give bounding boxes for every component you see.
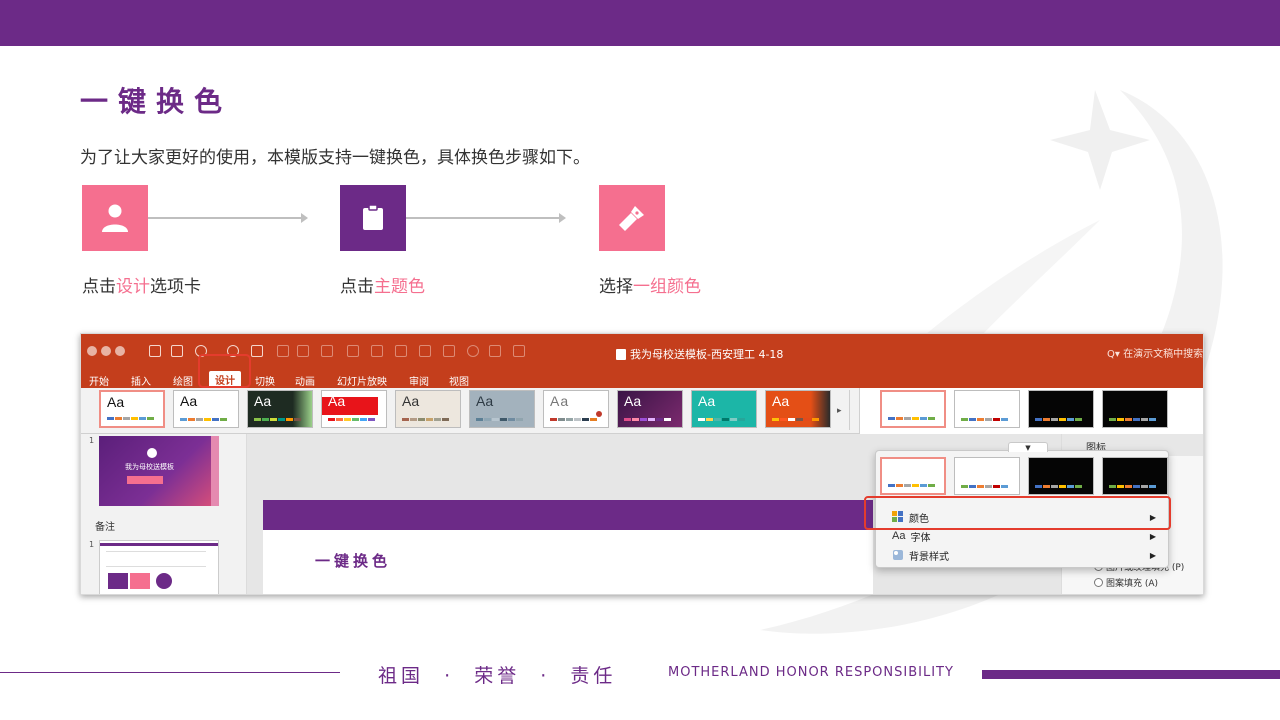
search-input[interactable]: Q▾ 在演示文稿中搜索 [1107, 345, 1203, 360]
slide-preview-title: 一键换色 [315, 552, 392, 570]
toolbar-icon[interactable] [467, 345, 479, 357]
footer-line [0, 672, 340, 673]
tab-review[interactable]: 审阅 [409, 373, 429, 388]
toolbar-icon[interactable] [443, 345, 455, 357]
step-arrow-1 [148, 213, 308, 223]
design-tab-highlight [198, 354, 251, 388]
submenu-arrow-icon: ▶ [1149, 550, 1156, 560]
variant-thumbnail[interactable] [880, 457, 946, 495]
document-icon [616, 348, 626, 360]
theme-thumbnail[interactable]: Aa [173, 390, 239, 428]
variant-thumbnail[interactable] [1102, 390, 1168, 428]
page-title: 一键换色 [80, 85, 233, 118]
tab-view[interactable]: 视图 [449, 373, 469, 388]
font-icon: Aa [892, 530, 906, 542]
toolbar-icon[interactable] [371, 345, 383, 357]
home-icon[interactable] [149, 345, 161, 357]
step-2-box [340, 185, 406, 251]
step-1-label: 点击设计选项卡 [82, 277, 201, 297]
intro-text: 为了让大家更好的使用，本模版支持一键换色，具体换色步骤如下。 [80, 148, 590, 168]
edit-icon[interactable] [251, 345, 263, 357]
tab-draw[interactable]: 绘图 [173, 373, 193, 388]
tab-insert[interactable]: 插入 [131, 373, 151, 388]
logo-icon [147, 448, 157, 458]
theme-thumbnail[interactable]: Aa [469, 390, 535, 428]
toolbar-icon[interactable] [419, 345, 431, 357]
themes-ribbon: Aa Aa Aa Aa Aa Aa Aa Aa Aa Aa ▸ [81, 388, 1203, 434]
step-1-box [82, 185, 148, 251]
footer-motto-cn: 祖国 · 荣誉 · 责任 [378, 665, 617, 687]
step-2-label: 点击主题色 [340, 277, 425, 297]
step-arrow-2 [406, 213, 566, 223]
theme-thumbnail[interactable]: Aa [99, 390, 165, 428]
background-icon [893, 550, 903, 560]
variant-thumbnail[interactable] [880, 390, 946, 428]
document-title: 我为母校送模板-西安理工 4-18 [616, 346, 783, 362]
gallery-more-arrow-icon[interactable]: ▸ [837, 406, 842, 416]
minimize-window-button[interactable] [101, 346, 111, 356]
slide-thumbnails-panel: 1 我为母校送模板 备注 1 [81, 434, 247, 594]
step-3-label: 选择一组颜色 [599, 277, 701, 297]
pattern-fill-radio[interactable]: 图案填充 (A) [1094, 576, 1158, 589]
theme-thumbnail[interactable]: Aa [395, 390, 461, 428]
variant-thumbnail[interactable] [1028, 390, 1094, 428]
theme-thumbnail[interactable]: Aa [765, 390, 831, 428]
toolbar-icon[interactable] [513, 345, 525, 357]
tab-slideshow[interactable]: 幻灯片放映 [337, 373, 387, 388]
top-banner [0, 0, 1280, 46]
variant-thumbnail[interactable] [954, 457, 1020, 495]
toolbar-icon[interactable] [321, 345, 333, 357]
step-3-box [599, 185, 665, 251]
variant-thumbnail[interactable] [954, 390, 1020, 428]
dropdown-caret-icon[interactable]: ▼ [1008, 442, 1048, 452]
tab-animations[interactable]: 动画 [295, 373, 315, 388]
toolbar-icon[interactable] [297, 345, 309, 357]
variant-thumbnail[interactable] [1102, 457, 1168, 495]
close-window-button[interactable] [87, 346, 97, 356]
save-icon[interactable] [171, 345, 183, 357]
theme-thumbnail[interactable]: Aa [247, 390, 313, 428]
variant-thumbnail[interactable] [1028, 457, 1094, 495]
toolbar-icon[interactable] [395, 345, 407, 357]
slide-thumbnail[interactable] [99, 540, 219, 594]
footer-motto-en: MOTHERLAND HONOR RESPONSIBILITY [668, 665, 954, 680]
toolbar-icon[interactable] [347, 345, 359, 357]
zoom-window-button[interactable] [115, 346, 125, 356]
clipboard-icon [363, 205, 383, 230]
tab-transitions[interactable]: 切换 [255, 373, 275, 388]
toolbar-icon[interactable] [277, 345, 289, 357]
menu-item-background-styles[interactable]: 背景样式 ▶ [892, 546, 1162, 564]
slide-preview: 一键换色 [263, 500, 873, 594]
toolbar-icon[interactable] [489, 345, 501, 357]
slide-thumbnail[interactable]: 我为母校送模板 [99, 436, 211, 506]
theme-thumbnail[interactable]: Aa [543, 390, 609, 428]
submenu-arrow-icon: ▶ [1149, 531, 1156, 541]
theme-thumbnail[interactable]: Aa [617, 390, 683, 428]
theme-thumbnail[interactable]: Aa [321, 390, 387, 428]
theme-thumbnail[interactable]: Aa [691, 390, 757, 428]
footer-bar [982, 670, 1280, 679]
powerpoint-screenshot: 我为母校送模板-西安理工 4-18 Q▾ 在演示文稿中搜索 开始 插入 绘图 设… [80, 333, 1204, 595]
variants-panel [859, 388, 1203, 434]
user-icon [102, 204, 128, 232]
tab-home[interactable]: 开始 [89, 373, 109, 388]
flashlight-icon [619, 206, 644, 231]
colors-menu-highlight [864, 496, 1171, 530]
notes-label: 备注 [95, 522, 115, 533]
